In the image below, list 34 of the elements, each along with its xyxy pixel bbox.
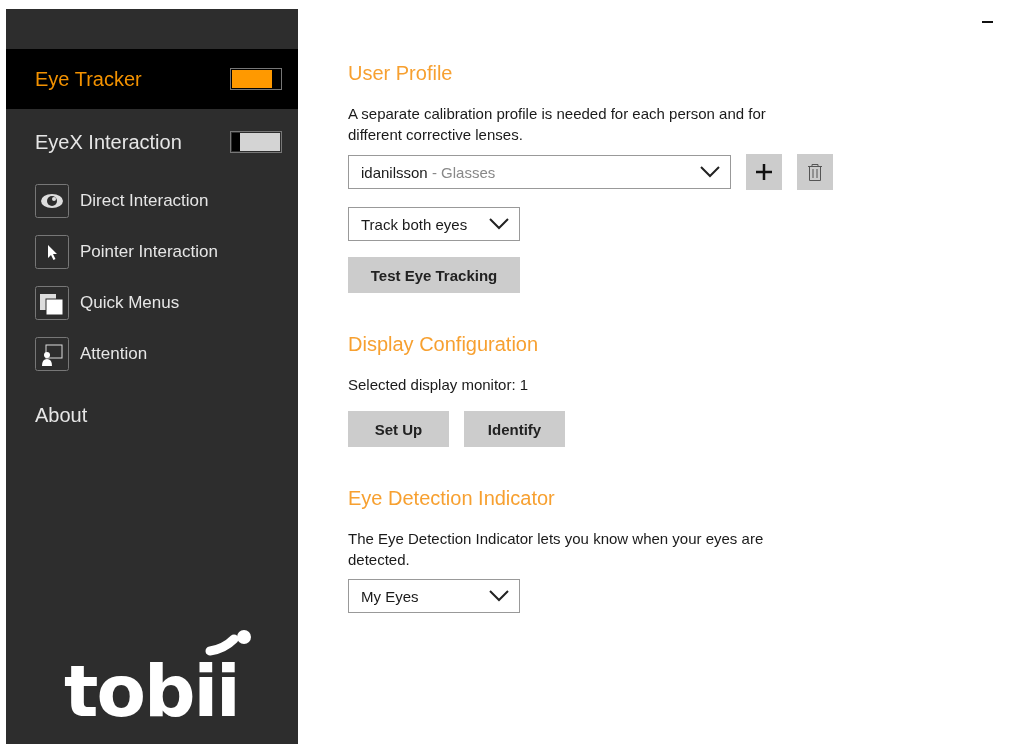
dropdown[interactable]: Track both eyes	[348, 207, 520, 241]
tobii-logo: tobii	[64, 660, 239, 722]
plus-icon	[756, 164, 772, 180]
trash-icon	[808, 163, 822, 181]
toggle-switch[interactable]	[230, 131, 282, 153]
description-text: A separate calibration profile is needed for each person and for different corrective lenses.	[348, 104, 767, 145]
section-heading: Display Configuration	[348, 333, 540, 356]
windows-icon	[35, 285, 69, 320]
nav-item[interactable]: Attention	[6, 328, 298, 379]
person-icon	[35, 336, 69, 371]
eye-icon	[35, 183, 69, 218]
delete-button[interactable]	[797, 154, 833, 190]
section-heading: User Profile	[348, 62, 454, 85]
chevron-down-icon	[489, 218, 509, 230]
toggle-switch[interactable]	[230, 68, 282, 90]
dropdown[interactable]: My Eyes	[348, 579, 520, 613]
action-button[interactable]: Test Eye Tracking	[348, 257, 520, 293]
profile-name: idanilsson - Glasses	[361, 163, 496, 181]
action-button[interactable]: Set Up	[348, 411, 449, 447]
nav-item[interactable]: Eye Tracker	[6, 49, 298, 109]
nav-item[interactable]: Direct Interaction	[6, 175, 298, 226]
add-button[interactable]	[746, 154, 782, 190]
section-heading: Eye Detection Indicator	[348, 487, 556, 510]
nav-item[interactable]: About	[6, 379, 298, 451]
chevron-down-icon	[700, 166, 720, 178]
nav-item[interactable]: Quick Menus	[6, 277, 298, 328]
description-text: The Eye Detection Indicator lets you know when your eyes are detected.	[348, 529, 765, 570]
description-text: Selected display monitor: 1	[348, 375, 530, 395]
nav-item[interactable]: Pointer Interaction	[6, 226, 298, 277]
pointer-icon	[35, 234, 69, 269]
nav-item[interactable]: EyeX Interaction	[6, 109, 298, 175]
chevron-down-icon	[489, 590, 509, 602]
action-button[interactable]: Identify	[464, 411, 565, 447]
profile-dropdown[interactable]: idanilsson - Glasses	[348, 155, 731, 189]
